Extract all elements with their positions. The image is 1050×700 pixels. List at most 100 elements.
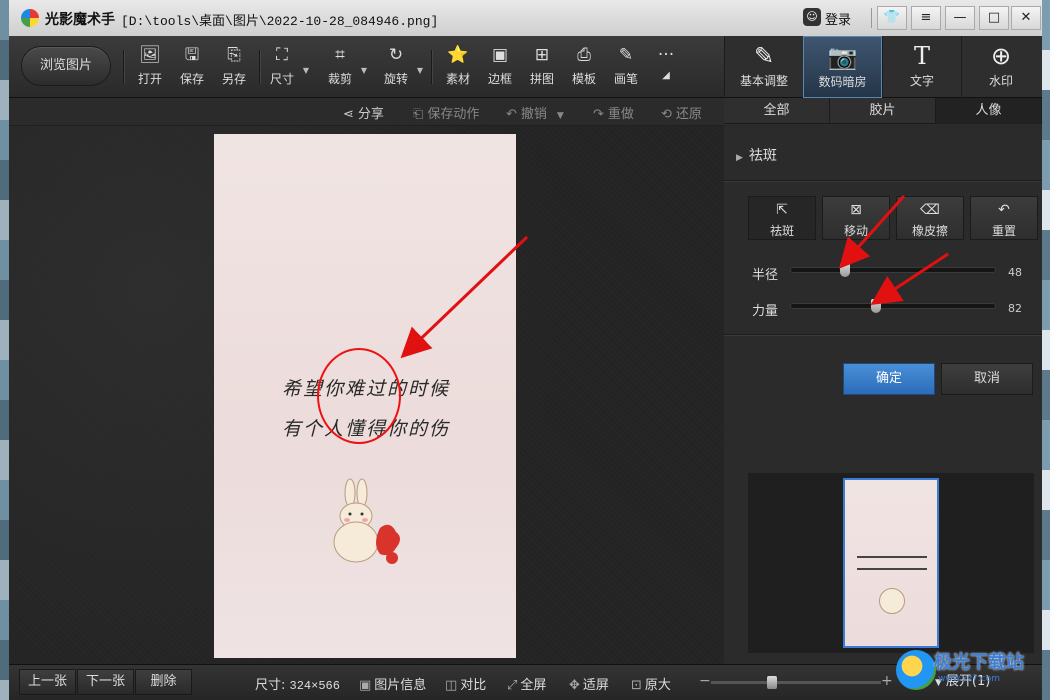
zoom-out-icon[interactable]: −	[699, 673, 711, 689]
browse-images-button[interactable]: 浏览图片	[21, 46, 111, 86]
compare-button[interactable]: ◫ 对比	[445, 674, 486, 693]
menu-button[interactable]: ≡	[911, 6, 941, 30]
close-button[interactable]: ✕	[1011, 6, 1041, 30]
tab-digital-darkroom[interactable]: 📷 数码暗房	[803, 36, 882, 98]
file-path: [D:\tools\桌面\图片\2022-10-28_084946.png]	[121, 14, 439, 29]
collage-button[interactable]: ⊞ 拼图	[521, 44, 563, 92]
redo-label: 重做	[607, 107, 634, 122]
template-button[interactable]: ⎙ 模板	[563, 44, 605, 92]
open-icon: 🖼	[139, 45, 161, 65]
border-icon: ▣	[491, 45, 509, 65]
restore-button[interactable]: ⟲ 还原	[661, 103, 702, 122]
delete-button[interactable]: 删除	[135, 669, 192, 695]
login-button[interactable]: ☺ 登录	[799, 6, 867, 30]
strength-label: 力量	[752, 304, 779, 319]
save-action-icon: ⎗	[413, 107, 424, 122]
fullscreen-button[interactable]: ⤢ 全屏	[507, 674, 546, 693]
save-as-label: 另存	[221, 72, 246, 86]
spot-remove-tool-button[interactable]: ⇱ 祛斑	[748, 196, 816, 240]
site-watermark: 极光下载站 www.xz7.com	[896, 646, 1046, 700]
strength-slider-thumb[interactable]	[871, 299, 881, 313]
save-button[interactable]: 🖫 保存	[171, 44, 213, 92]
more-button[interactable]: ··· ◢	[645, 44, 687, 92]
zoom-in-icon[interactable]: +	[881, 673, 893, 689]
expand-triangle-icon: ▶	[736, 153, 743, 163]
open-button[interactable]: 🖼 打开	[129, 44, 171, 92]
undo-icon: ↶	[506, 107, 517, 122]
subtab-all[interactable]: 全部	[724, 98, 830, 124]
move-tool-button[interactable]: ⊠ 移动	[822, 196, 890, 240]
section-spot-removal[interactable]: ▶ 祛斑	[736, 145, 777, 165]
share-button[interactable]: ⋖ 分享	[343, 103, 384, 122]
fit-screen-button[interactable]: ✥ 适屏	[569, 674, 609, 693]
resize-label: 尺寸	[269, 72, 294, 86]
info-label: 图片信息	[374, 678, 427, 693]
chevron-down-icon[interactable]: ▼	[361, 66, 367, 75]
right-tab-bar: ✎ 基本调整 📷 数码暗房 T 文字 ⊕ 水印	[724, 36, 1042, 98]
collage-label: 拼图	[529, 72, 554, 86]
radius-label: 半径	[752, 268, 779, 283]
subtab-film[interactable]: 胶片	[830, 98, 936, 124]
save-as-button[interactable]: ⎘ 另存	[213, 44, 255, 92]
undo-button[interactable]: ↶ 撤销 ▼	[506, 103, 564, 122]
zoom-slider[interactable]	[711, 676, 881, 689]
zoom-slider-thumb[interactable]	[767, 676, 777, 689]
tab-watermark[interactable]: ⊕ 水印	[961, 36, 1040, 98]
edited-photo[interactable]: 希望你难过的时候 有个人懂得你的伤	[214, 134, 516, 658]
tab-basic-adjust[interactable]: ✎ 基本调整	[724, 36, 803, 98]
maximize-button[interactable]: □	[979, 6, 1009, 30]
original-size-icon: ⊡	[631, 678, 642, 693]
reset-tool-button[interactable]: ↶ 重置	[970, 196, 1038, 240]
image-canvas[interactable]: 希望你难过的时候 有个人懂得你的伤	[9, 126, 724, 664]
eraser-tool-button[interactable]: ⌫ 橡皮擦	[896, 196, 964, 240]
eraser-icon: ⌫	[920, 202, 940, 218]
tool-label: 橡皮擦	[911, 224, 948, 238]
ok-button[interactable]: 确定	[843, 363, 935, 395]
save-label: 保存	[179, 72, 204, 86]
tab-text[interactable]: T 文字	[882, 36, 961, 98]
undo-label: 撤销	[520, 107, 547, 122]
redo-button[interactable]: ↷ 重做	[593, 103, 634, 122]
share-label: 分享	[357, 107, 384, 122]
restore-label: 还原	[675, 107, 702, 122]
shirt-icon: 👕	[883, 10, 901, 25]
minimize-button[interactable]: —	[945, 6, 975, 30]
image-thumbnail[interactable]	[843, 478, 939, 648]
chevron-down-icon[interactable]: ▼	[303, 66, 309, 75]
compare-icon: ◫	[445, 678, 458, 693]
brush-button[interactable]: ✎ 画笔	[605, 44, 647, 92]
toolbar-separator	[123, 50, 124, 84]
material-label: 素材	[445, 72, 470, 86]
material-icon: ⭐	[447, 45, 469, 65]
resize-button[interactable]: ⛶ 尺寸 ▼	[261, 44, 309, 92]
prev-image-button[interactable]: 上一张	[19, 669, 76, 695]
border-button[interactable]: ▣ 边框	[479, 44, 521, 92]
collage-icon: ⊞	[534, 45, 550, 65]
next-image-button[interactable]: 下一张	[77, 669, 134, 695]
cancel-button[interactable]: 取消	[941, 363, 1033, 395]
chevron-down-icon[interactable]: ▼	[557, 111, 564, 121]
image-info-icon: ▣	[359, 678, 372, 693]
app-window: 光影魔术手 [D:\tools\桌面\图片\2022-10-28_084946.…	[9, 0, 1042, 700]
login-label: 登录	[825, 13, 852, 28]
rotate-button[interactable]: ↻ 旋转 ▼	[375, 44, 423, 92]
annotation-circle	[317, 348, 401, 444]
tab-label: 数码暗房	[818, 75, 867, 89]
chevron-down-icon[interactable]: ▼	[417, 66, 423, 75]
radius-slider-thumb[interactable]	[840, 263, 850, 277]
save-action-button[interactable]: ⎗ 保存动作	[413, 103, 479, 122]
subtab-portrait[interactable]: 人像	[936, 98, 1042, 124]
brush-icon: ✎	[618, 45, 634, 65]
strength-slider[interactable]	[790, 299, 996, 313]
toolbar-separator	[431, 50, 432, 84]
crop-button[interactable]: ⌗ 裁剪 ▼	[319, 44, 367, 92]
original-size-button[interactable]: ⊡ 原大	[631, 674, 671, 693]
material-button[interactable]: ⭐ 素材	[437, 44, 479, 92]
image-info-button[interactable]: ▣ 图片信息	[359, 674, 426, 693]
rotate-label: 旋转	[383, 72, 408, 86]
size-value: 324×566	[289, 679, 340, 693]
tool-label: 重置	[991, 224, 1016, 238]
skin-button[interactable]: 👕	[877, 6, 907, 30]
save-icon: 🖫	[184, 45, 200, 65]
radius-slider[interactable]	[790, 263, 996, 277]
